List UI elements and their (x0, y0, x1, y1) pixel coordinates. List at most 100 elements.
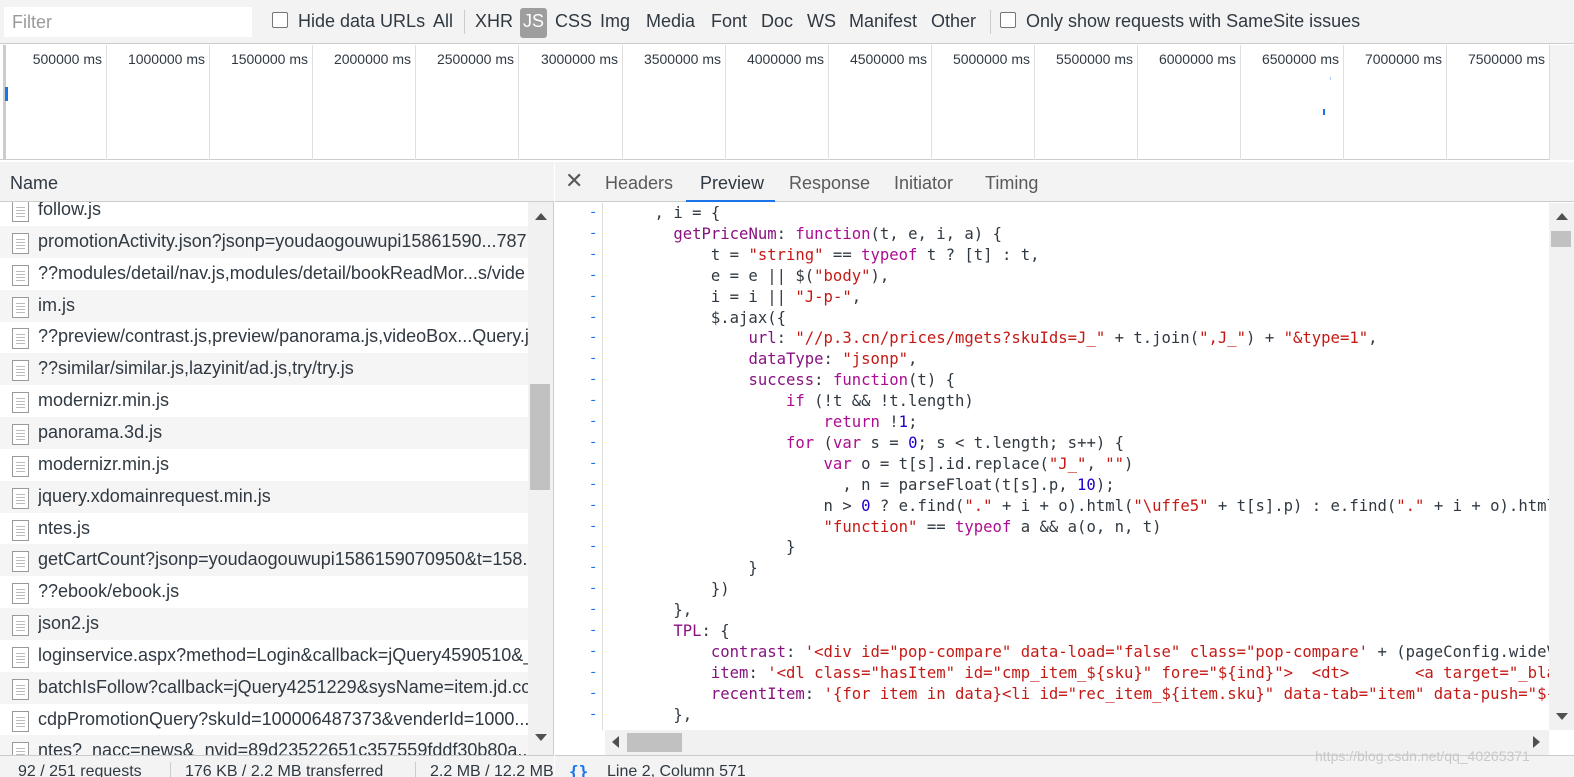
scroll-down-arrow-icon[interactable] (535, 734, 547, 741)
file-icon (12, 232, 29, 254)
timeline-gridline (828, 45, 829, 160)
type-filter-ws[interactable]: WS (807, 11, 836, 32)
type-filter-img[interactable]: Img (600, 11, 630, 32)
transferred-size: 176 KB / 2.2 MB transferred (185, 763, 384, 777)
gutter-marker: - (589, 246, 598, 263)
type-filter-font[interactable]: Font (711, 11, 747, 32)
request-row[interactable]: cdpPromotionQuery?skuId=100006487373&ven… (0, 704, 528, 736)
divider (990, 10, 991, 34)
request-name: modernizr.min.js (38, 453, 170, 474)
network-status-bar: 92 / 251 requests 176 KB / 2.2 MB transf… (0, 755, 554, 777)
request-name: ??modules/detail/nav.js,modules/detail/b… (38, 262, 525, 283)
source-preview[interactable]: - - - - - - - - - - - - - - - - - - - - - - - - - - , i = { getPr… (555, 203, 1549, 730)
request-list-scrollbar[interactable] (528, 202, 553, 755)
samesite-label: Only show requests with SameSite issues (1026, 11, 1361, 31)
filter-input[interactable] (4, 7, 252, 37)
cursor-position: Line 2, Column 571 (607, 763, 746, 777)
request-name: ntes.js (38, 517, 91, 538)
code-line: recentItem: '{for item in data}<li id="r… (710, 684, 1549, 703)
type-filter-all[interactable]: All (433, 11, 453, 32)
request-row[interactable]: modernizr.min.js (0, 449, 528, 481)
code-line: } (617, 538, 796, 557)
scroll-left-arrow-icon[interactable] (612, 736, 619, 748)
type-filter-other[interactable]: Other (931, 11, 976, 32)
tab-timing[interactable]: Timing (985, 173, 1038, 194)
code-view[interactable]: , i = { getPriceNum: function(t, e, i, a… (605, 203, 1549, 730)
code-line: contrast: '<div id="pop-compare" data-lo… (710, 642, 1549, 661)
tab-headers[interactable]: Headers (605, 173, 673, 194)
request-row[interactable]: modernizr.min.js (0, 385, 528, 417)
tab-initiator[interactable]: Initiator (894, 173, 953, 194)
request-name: cdpPromotionQuery?skuId=100006487373&ven… (38, 708, 528, 729)
gutter-marker: - (589, 225, 598, 242)
timeline-gridline (312, 45, 313, 160)
request-row[interactable]: loginservice.aspx?method=Login&callback=… (0, 640, 528, 672)
request-row[interactable]: follow.js (0, 202, 528, 226)
close-icon[interactable]: ✕ (565, 168, 583, 194)
type-filter-css[interactable]: CSS (555, 11, 592, 32)
request-name: modernizr.min.js (38, 390, 170, 411)
scroll-right-arrow-icon[interactable] (1533, 736, 1540, 748)
request-row[interactable]: jquery.xdomainrequest.min.js (0, 480, 528, 513)
tab-response[interactable]: Response (789, 173, 870, 194)
scroll-thumb[interactable] (1551, 231, 1571, 247)
samesite-checkbox[interactable] (1000, 12, 1016, 28)
request-row[interactable]: ??preview/contrast.js,preview/panorama.j… (0, 321, 528, 353)
resources-size: 2.2 MB / 12.2 MB resources (430, 763, 554, 777)
code-line: item: '<dl class="hasItem" id="cmp_item_… (710, 663, 1549, 682)
request-row[interactable]: ntes.js (0, 513, 528, 545)
scroll-up-arrow-icon[interactable] (1556, 213, 1568, 220)
type-filter-manifest[interactable]: Manifest (849, 11, 917, 32)
timeline-tick-label: 3500000 ms (643, 51, 721, 67)
gutter-marker: - (589, 434, 598, 451)
active-tab-indicator (686, 200, 775, 202)
code-line: } (617, 559, 758, 578)
code-line: if (!t && !t.length) (786, 392, 974, 411)
request-row[interactable]: panorama.3d.js (0, 416, 528, 449)
code-line: return !1; (823, 413, 918, 431)
timeline-gridline (1034, 45, 1035, 160)
code-vertical-scrollbar[interactable] (1549, 203, 1574, 730)
scroll-up-arrow-icon[interactable] (535, 213, 547, 220)
request-name: promotionActivity.json?jsonp=youdaogouwu… (38, 230, 527, 251)
request-row[interactable]: ??similar/similar.js,lazyinit/ad.js,try/… (0, 353, 528, 386)
timeline-tick-label: 6500000 ms (1261, 51, 1339, 67)
scroll-thumb[interactable] (627, 733, 682, 752)
code-line: TPL: { (673, 622, 730, 640)
request-row[interactable]: im.js (0, 289, 528, 322)
request-bar (5, 87, 8, 101)
gutter-marker: - (589, 518, 598, 535)
divider (464, 10, 465, 34)
type-filter-js[interactable]: JS (520, 8, 548, 38)
timeline-tick-label: 6000000 ms (1158, 51, 1236, 67)
request-row[interactable]: promotionActivity.json?jsonp=youdaogouwu… (0, 225, 528, 258)
request-row[interactable]: ??ebook/ebook.js (0, 576, 528, 608)
gutter-marker: - (589, 414, 598, 430)
request-row[interactable]: ??modules/detail/nav.js,modules/detail/b… (0, 258, 528, 290)
file-icon (12, 615, 29, 637)
type-filter-xhr[interactable]: XHR (475, 11, 513, 32)
hide-data-urls-label: Hide data URLs (298, 11, 426, 31)
request-row[interactable]: batchIsFollow?callback=jQuery4251229&sys… (0, 671, 528, 704)
request-row[interactable]: json2.js (0, 608, 528, 641)
hide-data-urls-checkbox[interactable] (272, 12, 288, 28)
tab-preview[interactable]: Preview (700, 173, 764, 194)
file-icon (12, 296, 29, 318)
scroll-thumb[interactable] (530, 384, 550, 490)
request-row[interactable]: ntes?_nacc=news&_nvid=89d23522651c357559… (0, 735, 528, 755)
type-filter-doc[interactable]: Doc (761, 11, 793, 32)
gutter-marker: - (589, 267, 598, 284)
request-row[interactable]: getCartCount?jsonp=youdaogouwupi15861590… (0, 544, 528, 577)
code-line: getPriceNum: function(t, e, i, a) { (673, 224, 1002, 243)
name-column-header[interactable]: Name (0, 162, 554, 202)
gutter-marker: - (589, 455, 598, 472)
gutter-marker: - (589, 351, 598, 368)
pretty-print-icon[interactable]: {} (569, 762, 588, 777)
gutter-marker: - (589, 602, 598, 619)
timeline-tick-label: 4500000 ms (849, 51, 927, 67)
type-filter-media[interactable]: Media (646, 11, 695, 32)
timeline-overview[interactable]: 500000 ms 1000000 ms 1500000 ms 2000000 ms 2… (0, 45, 1574, 160)
scroll-down-arrow-icon[interactable] (1556, 713, 1568, 720)
gutter-marker: - (589, 539, 598, 556)
gutter-marker: - (589, 560, 598, 577)
